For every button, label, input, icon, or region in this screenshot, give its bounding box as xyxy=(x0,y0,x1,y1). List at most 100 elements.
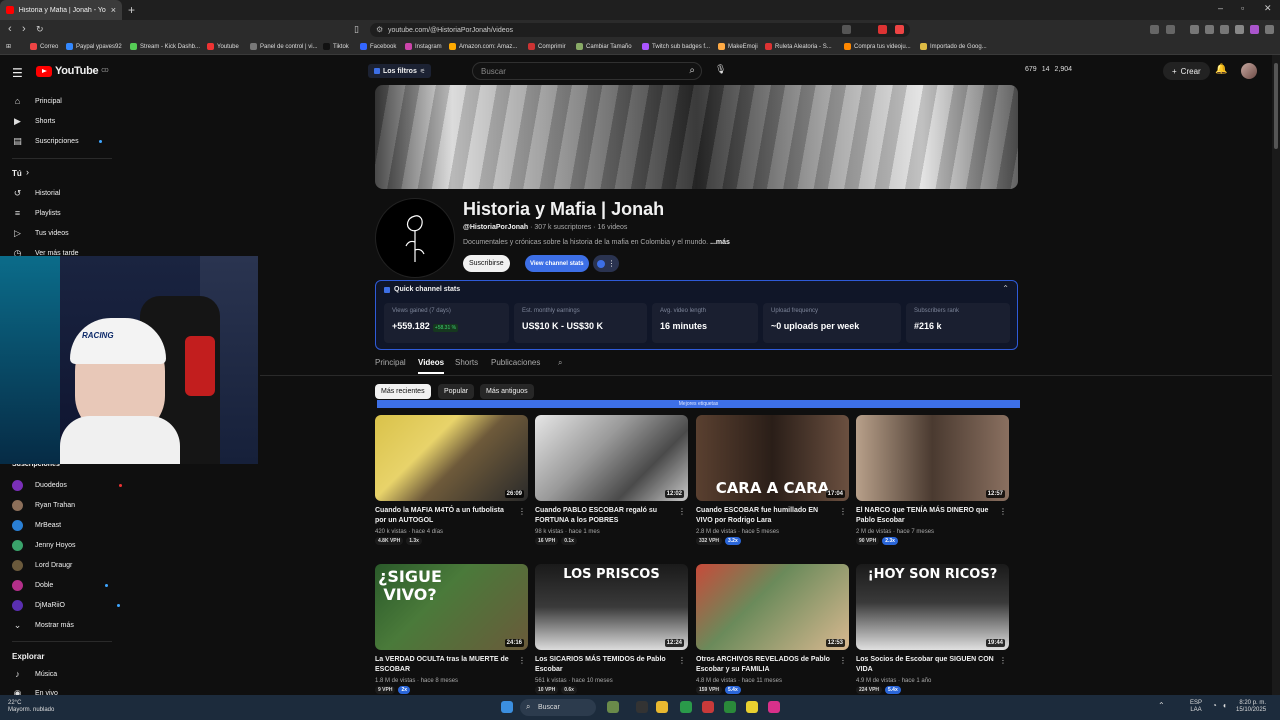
app-icon[interactable] xyxy=(768,701,780,713)
video-options-icon[interactable]: ⋮ xyxy=(678,656,686,665)
site-info-icon[interactable]: ⚙ xyxy=(376,25,383,34)
extension-icon[interactable] xyxy=(1150,25,1159,34)
language-indicator[interactable]: ESP LAA xyxy=(1190,700,1202,714)
menu-icon[interactable] xyxy=(1265,25,1274,34)
extension-icon[interactable] xyxy=(842,25,851,34)
video-options-icon[interactable]: ⋮ xyxy=(518,656,526,665)
sort-chip[interactable]: Más antiguos xyxy=(480,384,534,399)
apps-grid-icon[interactable]: ⊞ xyxy=(6,43,11,50)
create-button[interactable]: + Crear xyxy=(1163,62,1210,80)
video-card[interactable]: CARA A CARA 17:04 Cuando ESCOBAR fue humil… xyxy=(696,415,849,545)
browser-tab[interactable]: Historia y Mafia | Jonah - YouTu × xyxy=(0,0,122,20)
bookmark-item[interactable]: MakeEmoji xyxy=(718,43,758,50)
video-options-icon[interactable]: ⋮ xyxy=(839,507,847,516)
sidebar-item-shorts[interactable]: ▶ Shorts xyxy=(12,116,55,127)
video-thumbnail[interactable]: 12:53 xyxy=(696,564,849,650)
video-title[interactable]: Cuando ESCOBAR fue humillado EN VIVO por… xyxy=(696,506,849,526)
notifications-bell-icon[interactable]: 🔔 xyxy=(1215,64,1227,75)
filters-button[interactable]: Los filtros ⚟ xyxy=(368,64,432,78)
weather-widget[interactable]: 22°C Mayorm. nublado xyxy=(8,700,54,714)
video-card[interactable]: 12:57 El NARCO que TENÍA MÁS DINERO que P… xyxy=(856,415,1009,545)
video-card[interactable]: ¡HOY SON RICOS? 19:44 Los Socios de Escoba… xyxy=(856,564,1009,694)
tab-publicaciones[interactable]: Publicaciones xyxy=(491,358,540,367)
video-title[interactable]: Los SICARIOS MÁS TEMIDOS de Pablo Escoba… xyxy=(535,655,688,675)
bookmark-item[interactable]: Ruleta Aleatoria - S... xyxy=(765,43,832,50)
video-card[interactable]: LOS PRISCOS 12:24 Los SICARIOS MÁS TEMIDOS… xyxy=(535,564,688,694)
video-thumbnail[interactable]: ¿SIGUE VIVO? 24:16 xyxy=(375,564,528,650)
sidebar-item-suscripciones[interactable]: ▤ Suscripciones xyxy=(12,136,102,147)
close-window-icon[interactable]: ✕ xyxy=(1264,3,1272,14)
video-card[interactable]: ¿SIGUE VIVO? 24:16 La VERDAD OCULTA tras l… xyxy=(375,564,528,694)
new-tab-icon[interactable]: + xyxy=(128,3,135,17)
sidebar-item-playlists[interactable]: ≡ Playlists xyxy=(12,208,61,218)
video-title[interactable]: Los Socios de Escobar que SIGUEN CON VID… xyxy=(856,655,1009,675)
best-tags-bar[interactable]: Mejores etiquetas xyxy=(377,400,1020,408)
search-input[interactable]: Buscar ⌕ xyxy=(472,62,702,80)
extension-icon[interactable] xyxy=(895,25,904,34)
video-thumbnail[interactable]: 12:02 xyxy=(535,415,688,501)
bookmark-item[interactable]: Cambiar Tamaño xyxy=(576,43,632,50)
video-options-icon[interactable]: ⋮ xyxy=(999,656,1007,665)
sidebar-subscription[interactable]: Jenny Hoyos xyxy=(12,540,75,551)
bookmark-item[interactable]: Tiktok xyxy=(323,43,349,50)
opera-icon[interactable] xyxy=(702,701,714,713)
mic-icon[interactable]: 🎙 xyxy=(715,64,726,75)
video-title[interactable]: Otros ARCHIVOS REVELADOS de Pablo Escoba… xyxy=(696,655,849,675)
taskbar-search[interactable]: ⌕ Buscar xyxy=(520,699,596,716)
bookmark-item[interactable]: Comprimir xyxy=(528,43,566,50)
task-view-icon[interactable] xyxy=(636,701,648,713)
bookmark-item[interactable]: Correo xyxy=(30,43,58,50)
sort-chip[interactable]: Popular xyxy=(438,384,475,399)
close-tab-icon[interactable]: × xyxy=(111,5,116,15)
video-thumbnail[interactable]: LOS PRISCOS 12:24 xyxy=(535,564,688,650)
sidebar-subscription[interactable]: Doble xyxy=(12,580,109,591)
channel-search-icon[interactable]: ⌕ xyxy=(558,358,562,368)
bookmark-item[interactable]: Amazon.com: Amaz... xyxy=(449,43,517,50)
tab-principal[interactable]: Principal xyxy=(375,358,406,367)
sidepanel-icon[interactable] xyxy=(1190,25,1199,34)
sidebar-item-tus-videos[interactable]: ▷ Tus videos xyxy=(12,228,69,239)
user-avatar[interactable] xyxy=(1241,63,1257,79)
tab-videos[interactable]: Videos xyxy=(418,358,444,367)
windows-start-icon[interactable] xyxy=(501,701,513,713)
reload-icon[interactable]: ↻ xyxy=(36,24,44,35)
bookmark-item[interactable]: Importado de Goog... xyxy=(920,43,987,50)
bookmark-item[interactable]: Twitch sub badges f... xyxy=(642,43,710,50)
bookmark-item[interactable]: Paypal ypaves92 xyxy=(66,43,122,50)
video-title[interactable]: El NARCO que TENÍA MÁS DINERO que Pablo … xyxy=(856,506,1009,526)
bookmark-icon[interactable]: ▯ xyxy=(354,24,359,35)
video-options-icon[interactable]: ⋮ xyxy=(678,507,686,516)
sidebar-section-you[interactable]: Tú xyxy=(12,169,22,178)
page-scrollbar[interactable] xyxy=(1272,55,1280,695)
minimize-icon[interactable]: – xyxy=(1218,3,1223,13)
subscribe-button[interactable]: Suscribirse xyxy=(463,255,510,272)
back-icon[interactable]: ‹ xyxy=(8,23,12,35)
url-field[interactable]: ⚙ youtube.com/@HistoriaPorJonah/videos xyxy=(370,23,910,37)
hamburger-menu-icon[interactable]: ☰ xyxy=(12,66,23,80)
extension-icon[interactable] xyxy=(878,25,887,34)
video-title[interactable]: Cuando la MAFIA M4TÓ a un futbolista por… xyxy=(375,506,528,526)
video-thumbnail[interactable]: 12:57 xyxy=(856,415,1009,501)
forward-icon[interactable]: › xyxy=(22,23,26,35)
clock[interactable]: 8:20 p. m. 15/10/2025 xyxy=(1236,700,1266,714)
sidebar-subscription[interactable]: DjMaRiiO xyxy=(12,600,120,611)
volume-icon[interactable]: ◖ xyxy=(1222,702,1227,710)
video-options-icon[interactable]: ⋮ xyxy=(839,656,847,665)
chrome-icon[interactable] xyxy=(680,701,692,713)
bookmark-item[interactable]: Instagram xyxy=(405,43,442,50)
bookmark-item[interactable]: Youtube xyxy=(207,43,239,50)
channel-description[interactable]: Documentales y crónicas sobre la histori… xyxy=(463,239,730,246)
tab-shorts[interactable]: Shorts xyxy=(455,358,478,367)
sidebar-subscription[interactable]: MrBeast xyxy=(12,520,61,531)
sidebar-item-mostrar-mas[interactable]: ⌄ Mostrar más xyxy=(12,620,74,631)
wifi-icon[interactable]: ◔ xyxy=(1212,702,1217,710)
more-link[interactable]: ...más xyxy=(710,239,730,246)
maximize-icon[interactable]: ▫ xyxy=(1241,3,1244,13)
sidebar-item-música[interactable]: ♪ Música xyxy=(12,669,57,679)
sidebar-item-historial[interactable]: ↺ Historial xyxy=(12,188,61,199)
video-card[interactable]: 12:02 Cuando PABLO ESCOBAR regaló su FORT… xyxy=(535,415,688,545)
youtube-logo[interactable]: YouTube CO xyxy=(36,65,109,77)
video-title[interactable]: Cuando PABLO ESCOBAR regaló su FORTUNA a… xyxy=(535,506,688,526)
sidebar-subscription[interactable]: Duodedos xyxy=(12,480,122,491)
video-title[interactable]: La VERDAD OCULTA tras la MUERTE de ESCOB… xyxy=(375,655,528,675)
